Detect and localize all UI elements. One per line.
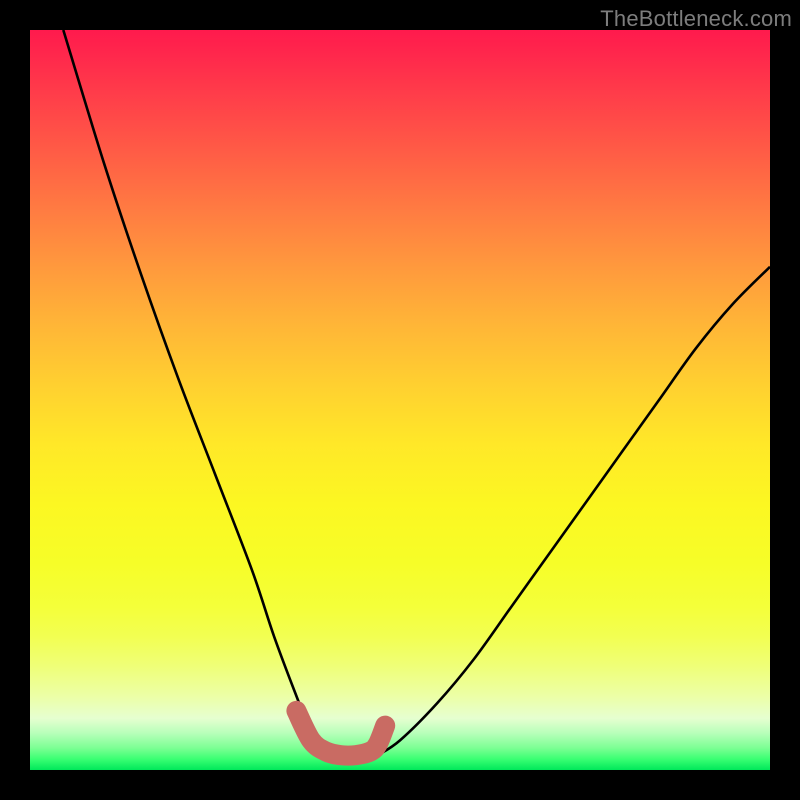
left-bottleneck-curve bbox=[63, 30, 326, 755]
valley-marker bbox=[296, 711, 385, 756]
curve-overlay bbox=[0, 0, 800, 800]
chart-frame: TheBottleneck.com bbox=[0, 0, 800, 800]
right-bottleneck-curve bbox=[378, 267, 770, 755]
